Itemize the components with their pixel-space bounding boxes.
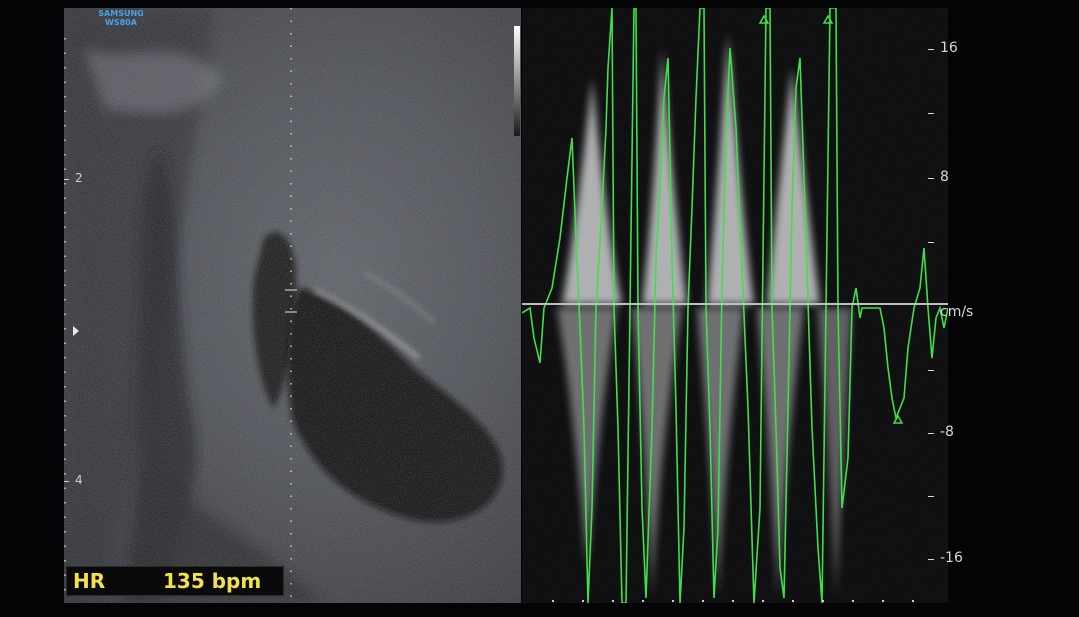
doppler-waveform (521, 7, 949, 604)
depth-tick-4 (64, 481, 69, 482)
velocity-tick (928, 559, 934, 560)
depth-tick-2 (64, 179, 69, 180)
grayscale-bar (514, 26, 520, 136)
b-mode-image (64, 8, 521, 603)
b-mode-anatomy (64, 8, 521, 603)
depth-label-4: 4 (75, 473, 83, 487)
velocity-label-neg16: -16 (940, 550, 963, 566)
doppler-spectrum (521, 7, 949, 604)
velocity-tick (928, 433, 934, 434)
brand-logo: SAMSUNG WS80A (94, 9, 148, 27)
velocity-tick (928, 496, 934, 497)
velocity-label-16: 16 (940, 40, 958, 56)
heart-rate-readout: HR 135 bpm (66, 566, 284, 596)
ultrasound-screen: SAMSUNG WS80A 2 4 HR 135 bpm 16 8 -8 -16… (0, 0, 1079, 617)
heart-rate-label: HR (73, 569, 106, 593)
logo-model: WS80A (105, 18, 137, 27)
velocity-unit: cm/s (940, 304, 974, 320)
velocity-label-8: 8 (940, 169, 949, 185)
depth-label-2: 2 (75, 171, 83, 185)
velocity-tick (928, 242, 934, 243)
velocity-tick (928, 113, 934, 114)
logo-brand: SAMSUNG (98, 9, 144, 18)
velocity-tick (928, 178, 934, 179)
focus-marker-icon (73, 326, 79, 336)
heart-rate-value: 135 bpm (163, 569, 262, 593)
velocity-tick (928, 370, 934, 371)
velocity-label-neg8: -8 (940, 424, 954, 440)
velocity-tick (928, 49, 934, 50)
